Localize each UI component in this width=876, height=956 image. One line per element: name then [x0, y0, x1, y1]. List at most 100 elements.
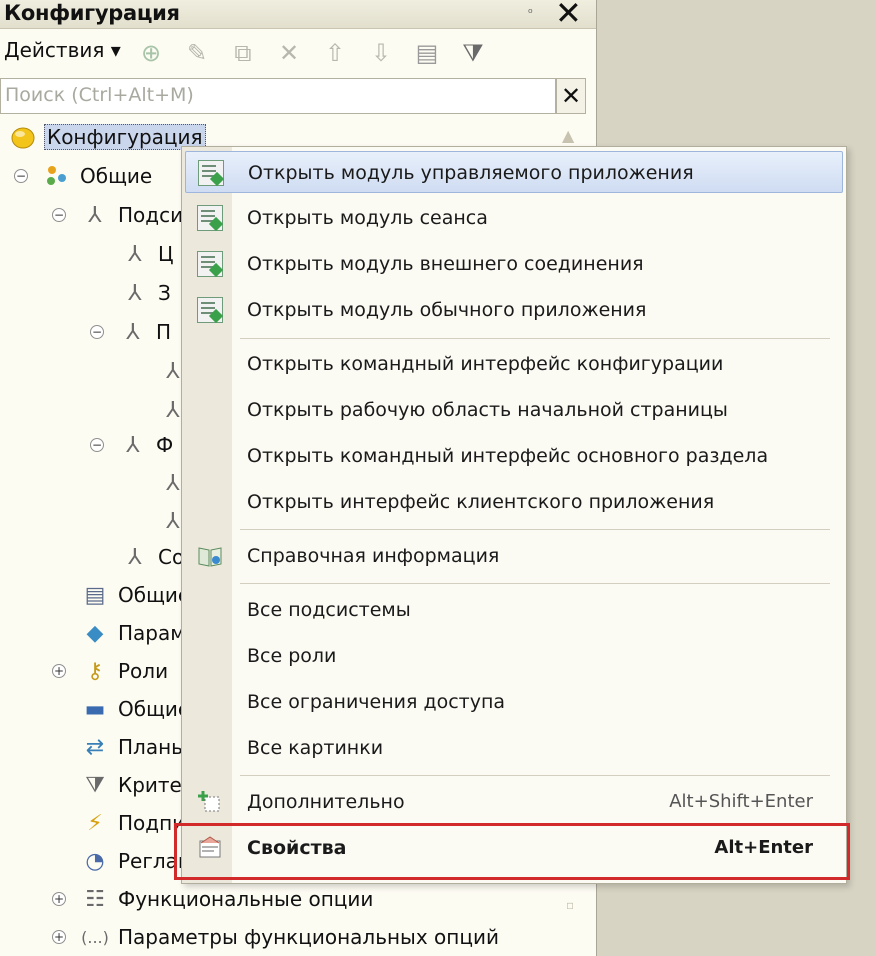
collapse-icon[interactable]: − — [90, 325, 104, 339]
menu-item-label: Открыть интерфейс клиентского приложения — [247, 491, 715, 513]
menu-separator — [240, 338, 830, 339]
module-icon — [197, 251, 223, 277]
scroll-mark-icon: ▫ — [566, 898, 575, 912]
tree-node-subsystem[interactable]: − ⅄ Ф — [90, 428, 173, 462]
search-clear-icon[interactable]: ✕ — [556, 78, 586, 114]
tree-label: З — [158, 281, 171, 305]
subsystem-icon: ⅄ — [126, 319, 140, 345]
tree-label: Ц — [158, 242, 174, 266]
close-icon[interactable]: ✕ — [555, 0, 582, 32]
tree-node-common[interactable]: − Общие — [14, 159, 152, 193]
tree-node-roles[interactable]: + ⚷ Роли — [52, 654, 168, 688]
subsystem-icon: ⅄ — [128, 280, 142, 306]
tree-label: Роли — [118, 659, 169, 683]
clock-icon: ◔ — [85, 848, 105, 874]
menu-item-all-access-restrictions[interactable]: Все ограничения доступа — [185, 681, 843, 723]
tree-label: Параметры функциональных опций — [118, 925, 499, 949]
copy-icon[interactable]: ⧉ — [228, 38, 258, 68]
module-icon — [198, 160, 224, 186]
actions-menu-button[interactable]: Действия ▾ — [4, 38, 121, 62]
tree-node-subsystem[interactable]: ⅄ Со — [120, 540, 184, 574]
menu-item-open-client-app-interface[interactable]: Открыть интерфейс клиентского приложения — [185, 481, 843, 523]
diamond-icon: ◆ — [86, 620, 104, 646]
params-icon: (...) — [81, 927, 109, 947]
menu-item-open-external-conn-module[interactable]: Открыть модуль внешнего соединения — [185, 243, 843, 285]
menu-item-all-subsystems[interactable]: Все подсистемы — [185, 589, 843, 631]
filter-icon: ⧩ — [85, 772, 105, 798]
key-icon: ⚷ — [86, 658, 104, 684]
module-icon: ▤ — [84, 582, 106, 608]
add-icon[interactable]: ⊕ — [136, 38, 166, 68]
tree-label: Ф — [156, 433, 174, 457]
window-titlebar: Конфигурация ₒ ✕ — [0, 0, 596, 32]
move-up-icon[interactable]: ⇧ — [320, 38, 350, 68]
collapse-icon[interactable]: − — [90, 438, 104, 452]
tree-node-func-params[interactable]: + (...) Параметры функциональных опций — [52, 920, 499, 954]
tree-label: Общие — [80, 164, 153, 188]
menu-item-open-managed-app-module[interactable]: Открыть модуль управляемого приложения — [185, 151, 843, 193]
menu-item-open-session-module[interactable]: Открыть модуль сеанса — [185, 197, 843, 239]
move-down-icon[interactable]: ⇩ — [366, 38, 396, 68]
expand-icon[interactable]: + — [52, 664, 66, 678]
module-icon — [197, 205, 223, 231]
delete-icon[interactable]: ✕ — [274, 38, 304, 68]
tree-node-subsystem[interactable]: ⅄ З — [120, 276, 171, 310]
context-menu: Открыть модуль управляемого приложения О… — [181, 146, 847, 884]
tree-node-subsystem[interactable]: ⅄ Ц — [120, 237, 174, 271]
lightning-icon: ⚡ — [87, 810, 103, 836]
tree-node-func-options[interactable]: + ☷ Функциональные опции — [52, 882, 373, 916]
menu-item-label: Все подсистемы — [247, 599, 411, 621]
config-icon — [8, 123, 38, 151]
menu-item-label: Открыть модуль внешнего соединения — [247, 253, 644, 275]
collapse-icon[interactable]: − — [14, 169, 28, 183]
menu-item-open-command-interface[interactable]: Открыть командный интерфейс конфигурации — [185, 343, 843, 385]
menu-item-label: Все ограничения доступа — [247, 691, 506, 713]
window-title: Конфигурация — [4, 1, 180, 25]
menu-item-open-home-page-workspace[interactable]: Открыть рабочую область начальной страни… — [185, 389, 843, 431]
tree-label: Функциональные опции — [118, 887, 374, 911]
module-icon — [197, 297, 223, 323]
menu-item-label: Все роли — [247, 645, 337, 667]
menu-item-label: Открыть командный интерфейс конфигурации — [247, 353, 724, 375]
menu-item-open-main-section-interface[interactable]: Открыть командный интерфейс основного ра… — [185, 435, 843, 477]
pin-icon[interactable]: ₒ — [528, 2, 533, 16]
scroll-up-icon[interactable]: ▲ — [562, 126, 574, 145]
menu-item-additional[interactable]: Дополнительно Alt+Shift+Enter — [185, 781, 843, 823]
filter-icon[interactable]: ⧩ — [458, 38, 488, 68]
attribute-icon: ▬ — [84, 696, 106, 722]
subsystem-icon: ⅄ — [128, 241, 142, 267]
menu-item-label: Справочная информация — [247, 545, 500, 567]
expand-icon[interactable]: + — [52, 930, 66, 944]
menu-item-help-info[interactable]: Справочная информация — [185, 535, 843, 577]
subsystem-icon: ⅄ — [128, 544, 142, 570]
menu-item-shortcut: Alt+Shift+Enter — [669, 791, 813, 812]
list-icon[interactable]: ▤ — [412, 38, 442, 68]
additional-icon — [197, 789, 223, 815]
tree-node-subsystem[interactable]: − ⅄ П — [90, 315, 171, 349]
menu-item-open-ordinary-app-module[interactable]: Открыть модуль обычного приложения — [185, 289, 843, 331]
search-input[interactable] — [1, 79, 549, 111]
search-box — [0, 78, 556, 114]
menu-item-label: Все картинки — [247, 737, 384, 759]
edit-icon[interactable]: ✎ — [182, 38, 212, 68]
menu-item-label: Открыть модуль управляемого приложения — [248, 162, 694, 184]
menu-item-label: Открыть модуль обычного приложения — [247, 299, 647, 321]
menu-item-label: Открыть командный интерфейс основного ра… — [247, 445, 769, 467]
options-icon: ☷ — [85, 886, 105, 912]
toolbar: Действия ▾ ⊕ ✎ ⧉ ✕ ⇧ ⇩ ▤ ⧩ — [0, 30, 596, 74]
subsystem-icon: ⅄ — [126, 432, 140, 458]
menu-item-label: Дополнительно — [247, 791, 405, 813]
exchange-icon: ⇄ — [85, 734, 105, 760]
collapse-icon[interactable]: − — [52, 208, 66, 222]
menu-item-all-pictures[interactable]: Все картинки — [185, 727, 843, 769]
menu-item-label: Открыть рабочую область начальной страни… — [247, 399, 728, 421]
menu-separator — [240, 583, 830, 584]
properties-highlight-frame — [174, 823, 850, 880]
common-icon — [42, 162, 72, 190]
menu-separator — [240, 775, 830, 776]
expand-icon[interactable]: + — [52, 892, 66, 906]
tree-node-root[interactable]: Конфигурация — [8, 120, 206, 154]
subsystem-icon: ⅄ — [88, 202, 102, 228]
menu-item-all-roles[interactable]: Все роли — [185, 635, 843, 677]
menu-item-label: Открыть модуль сеанса — [247, 207, 488, 229]
